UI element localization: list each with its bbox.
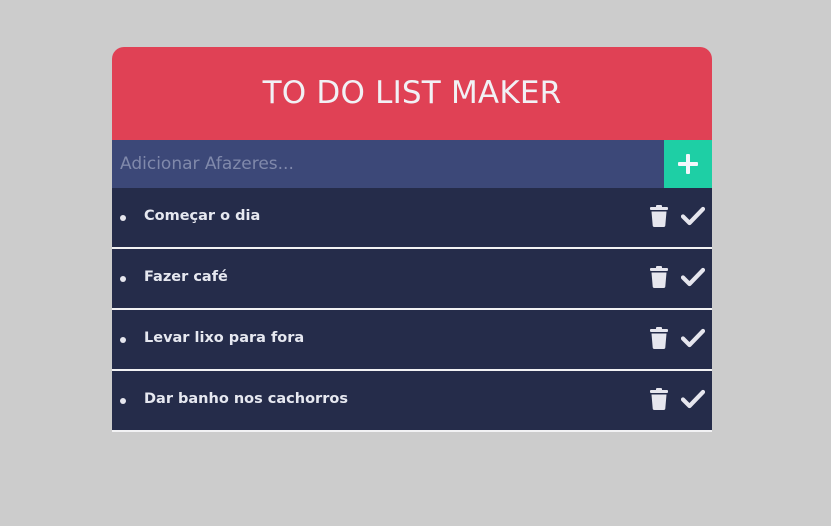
todo-text: Dar banho nos cachorros (144, 390, 348, 407)
check-icon (681, 267, 705, 286)
trash-icon (650, 387, 668, 410)
bullet-icon (120, 214, 126, 221)
complete-todo-button[interactable] (680, 386, 706, 412)
todo-list: Começar o dia Fazer café Levar lixo para… (112, 188, 712, 432)
delete-todo-button[interactable] (648, 386, 670, 412)
todo-item: Começar o dia (112, 188, 712, 249)
trash-icon (650, 204, 668, 227)
delete-todo-button[interactable] (648, 203, 670, 229)
todo-actions (648, 264, 706, 290)
add-todo-row (112, 140, 712, 188)
todo-text: Levar lixo para fora (144, 329, 305, 346)
check-icon (681, 206, 705, 225)
delete-todo-button[interactable] (648, 325, 670, 351)
bullet-icon (120, 397, 126, 404)
complete-todo-button[interactable] (680, 325, 706, 351)
bullet-icon (120, 275, 126, 282)
complete-todo-button[interactable] (680, 264, 706, 290)
todo-item: Dar banho nos cachorros (112, 371, 712, 432)
todo-item: Levar lixo para fora (112, 310, 712, 371)
plus-icon (678, 154, 698, 174)
todo-actions (648, 325, 706, 351)
todo-app: TO DO LIST MAKER Começar o dia (112, 47, 712, 432)
check-icon (681, 389, 705, 408)
complete-todo-button[interactable] (680, 203, 706, 229)
todo-actions (648, 386, 706, 412)
todo-actions (648, 203, 706, 229)
todo-input[interactable] (112, 140, 664, 188)
todo-item: Fazer café (112, 249, 712, 310)
add-todo-button[interactable] (664, 140, 712, 188)
check-icon (681, 328, 705, 347)
trash-icon (650, 265, 668, 288)
app-header: TO DO LIST MAKER (112, 47, 712, 140)
app-title: TO DO LIST MAKER (262, 74, 562, 111)
todo-text: Fazer café (144, 268, 228, 285)
trash-icon (650, 326, 668, 349)
delete-todo-button[interactable] (648, 264, 670, 290)
bullet-icon (120, 336, 126, 343)
todo-text: Começar o dia (144, 207, 261, 224)
